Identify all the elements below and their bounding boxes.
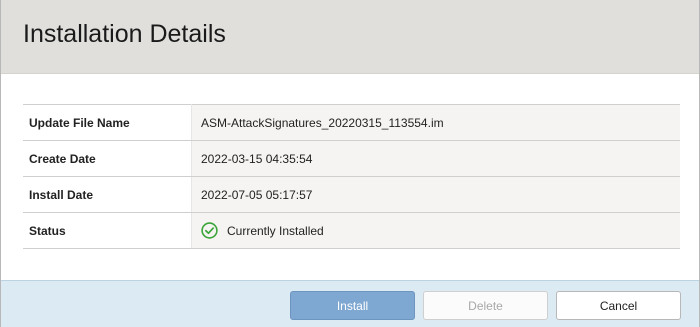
table-row: Create Date 2022-03-15 04:35:54 — [23, 140, 680, 177]
create-date-label: Create Date — [23, 140, 192, 177]
installation-details-dialog: Installation Details Update File Name AS… — [0, 0, 700, 327]
status-cell: Currently Installed — [191, 212, 680, 249]
update-file-name-value: ASM-AttackSignatures_20220315_113554.im — [191, 104, 680, 141]
dialog-header: Installation Details — [1, 0, 699, 74]
table-row: Install Date 2022-07-05 05:17:57 — [23, 176, 680, 213]
status-value: Currently Installed — [227, 223, 324, 238]
install-date-value: 2022-07-05 05:17:57 — [191, 176, 680, 213]
table-row: Status Currently Installed — [23, 212, 680, 249]
create-date-value: 2022-03-15 04:35:54 — [191, 140, 680, 177]
dialog-title: Installation Details — [23, 20, 226, 48]
install-date-label: Install Date — [23, 176, 192, 213]
details-table: Update File Name ASM-AttackSignatures_20… — [23, 104, 680, 249]
check-circle-icon — [201, 222, 218, 239]
status-wrap: Currently Installed — [201, 222, 680, 239]
delete-button[interactable]: Delete — [423, 291, 548, 320]
update-file-name-label: Update File Name — [23, 104, 192, 141]
cancel-button[interactable]: Cancel — [556, 291, 681, 320]
table-row: Update File Name ASM-AttackSignatures_20… — [23, 104, 680, 141]
install-button[interactable]: Install — [290, 291, 415, 320]
status-label: Status — [23, 212, 192, 249]
details-panel: Update File Name ASM-AttackSignatures_20… — [23, 104, 680, 249]
dialog-footer: Install Delete Cancel — [1, 280, 699, 327]
